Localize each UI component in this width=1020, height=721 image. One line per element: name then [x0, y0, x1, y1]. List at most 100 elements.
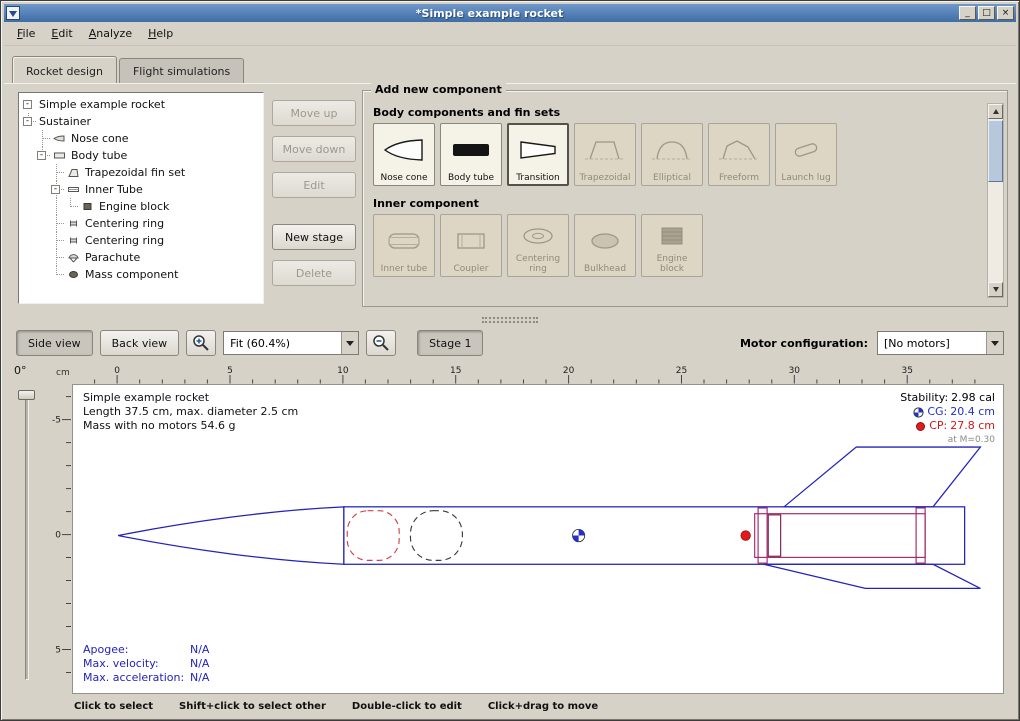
- component-button-label: Inner tube: [381, 264, 428, 274]
- tree-item-engine-block[interactable]: Engine block: [22, 198, 263, 215]
- tree-item-label: Simple example rocket: [36, 98, 168, 111]
- side-view-button[interactable]: Side view: [16, 330, 93, 356]
- add-nose-cone-button[interactable]: Nose cone: [373, 123, 435, 186]
- mass-component-outline[interactable]: [410, 511, 462, 561]
- add-inner-tube-button[interactable]: Inner tube: [373, 214, 435, 277]
- rotation-slider-track[interactable]: [25, 394, 29, 680]
- fin-upper-outline[interactable]: [784, 447, 980, 507]
- tree-item-label: Parachute: [82, 251, 143, 264]
- menu-file[interactable]: File: [9, 23, 43, 44]
- add-elliptical-button[interactable]: Elliptical: [641, 123, 703, 186]
- parachute-outline[interactable]: [347, 511, 399, 561]
- scroll-up-button[interactable]: [988, 104, 1003, 119]
- edit-button[interactable]: Edit: [272, 172, 356, 198]
- fin-lower-outline[interactable]: [764, 564, 981, 588]
- flight-stat-label: Max. velocity:: [83, 657, 190, 671]
- menu-analyze[interactable]: Analyze: [81, 23, 140, 44]
- tree-item-body-tube[interactable]: -Body tube: [22, 147, 263, 164]
- svg-text:15: 15: [450, 366, 461, 376]
- app-window: *Simple example rocket _ □ × FileEditAna…: [0, 0, 1020, 721]
- component-button-label: Centering ring: [510, 254, 566, 274]
- new-stage-button[interactable]: New stage: [272, 224, 356, 250]
- tab-rocket-design[interactable]: Rocket design: [12, 56, 117, 83]
- tree-item-label: Centering ring: [82, 217, 167, 230]
- engine-block-icon: [78, 200, 96, 214]
- centering-ring-1-outline[interactable]: [758, 508, 767, 563]
- move-down-button[interactable]: Move down: [272, 136, 356, 162]
- chevron-down-icon[interactable]: [986, 332, 1003, 354]
- flight-stats: Apogee:N/AMax. velocity:N/AMax. accelera…: [83, 643, 209, 685]
- chevron-down-icon[interactable]: [341, 332, 358, 354]
- minimize-button[interactable]: _: [959, 6, 976, 20]
- component-button-label: Freeform: [719, 173, 759, 183]
- tree-expander[interactable]: -: [51, 185, 60, 194]
- mass-icon: [64, 268, 82, 282]
- add-freeform-button[interactable]: Freeform: [708, 123, 770, 186]
- hint-bar: Click to selectShift+click to select oth…: [4, 696, 1016, 716]
- svg-text:5: 5: [227, 366, 233, 376]
- tree-item-centering-ring[interactable]: Centering ring: [22, 232, 263, 249]
- tree-expander[interactable]: -: [23, 117, 32, 126]
- tree-item-parachute[interactable]: Parachute: [22, 249, 263, 266]
- split-pane-divider[interactable]: [4, 313, 1016, 326]
- add-trapezoidal-button[interactable]: Trapezoidal: [574, 123, 636, 186]
- add-launch-lug-button[interactable]: Launch lug: [775, 123, 837, 186]
- close-button[interactable]: ×: [997, 6, 1014, 20]
- stage-1-toggle[interactable]: Stage 1: [417, 330, 483, 356]
- maximize-button[interactable]: □: [978, 6, 995, 20]
- rocket-design-panel: -Simple example rocket-SustainerNose con…: [4, 83, 1016, 313]
- engine-block-icon: [650, 217, 694, 254]
- cg-icon: [913, 407, 924, 418]
- component-button-label: Bulkhead: [584, 264, 626, 274]
- scroll-down-button[interactable]: [988, 282, 1003, 297]
- tree-item-nose-cone[interactable]: Nose cone: [22, 130, 263, 147]
- tree-item-mass-component[interactable]: Mass component: [22, 266, 263, 283]
- flight-stat-label: Apogee:: [83, 643, 190, 657]
- engine-block-outline[interactable]: [768, 515, 780, 556]
- tree-item-label: Inner Tube: [82, 183, 146, 196]
- tree-item-centering-ring[interactable]: Centering ring: [22, 215, 263, 232]
- launch-lug-icon: [784, 126, 828, 173]
- tab-strip: Rocket designFlight simulations: [4, 46, 1016, 83]
- component-button-label: Coupler: [454, 264, 489, 274]
- add-engine-block-button[interactable]: Engine block: [641, 214, 703, 277]
- move-up-button[interactable]: Move up: [272, 100, 356, 126]
- delete-button[interactable]: Delete: [272, 260, 356, 286]
- zoom-select[interactable]: Fit (60.4%): [223, 331, 359, 355]
- menu-edit[interactable]: Edit: [43, 23, 80, 44]
- tree-item-simple-example-rocket[interactable]: -Simple example rocket: [22, 96, 263, 113]
- zoom-in-button[interactable]: [186, 330, 216, 356]
- bulkhead-icon: [583, 217, 627, 264]
- motor-config-select[interactable]: [No motors]: [877, 331, 1004, 355]
- centering-ring-2-outline[interactable]: [916, 508, 925, 563]
- rotation-slider-handle[interactable]: [18, 390, 35, 400]
- add-coupler-button[interactable]: Coupler: [440, 214, 502, 277]
- tree-expander[interactable]: -: [37, 151, 46, 160]
- tree-item-inner-tube[interactable]: - Inner Tube: [22, 181, 263, 198]
- zoom-out-button[interactable]: [366, 330, 396, 356]
- titlebar[interactable]: *Simple example rocket _ □ ×: [4, 4, 1016, 22]
- app-icon[interactable]: [6, 6, 20, 20]
- stability-legend: Stability:2.98 cal CG:20.4 cm CP:27.8 cm…: [900, 391, 995, 447]
- add-body-tube-button[interactable]: Body tube: [440, 123, 502, 186]
- svg-text:20: 20: [563, 366, 575, 376]
- tab-flight-simulations[interactable]: Flight simulations: [119, 58, 244, 83]
- window-title: *Simple example rocket: [22, 7, 957, 20]
- component-scrollbar[interactable]: [987, 103, 1004, 298]
- drawing-area[interactable]: Simple example rocketLength 37.5 cm, max…: [72, 384, 1004, 694]
- body-tube-outline[interactable]: [344, 507, 965, 564]
- tree-expander[interactable]: -: [23, 100, 32, 109]
- scrollbar-thumb[interactable]: [988, 120, 1003, 182]
- component-tree[interactable]: -Simple example rocket-SustainerNose con…: [18, 92, 264, 304]
- svg-text:-5: -5: [52, 416, 61, 426]
- add-bulkhead-button[interactable]: Bulkhead: [574, 214, 636, 277]
- back-view-button[interactable]: Back view: [100, 330, 180, 356]
- inner-tube-icon: [64, 183, 82, 197]
- menu-help[interactable]: Help: [140, 23, 181, 44]
- add-transition-button[interactable]: Transition: [507, 123, 569, 186]
- flight-stat-row: Apogee:N/A: [83, 643, 209, 657]
- nose-cone-outline[interactable]: [118, 507, 344, 564]
- add-centering-ring-button[interactable]: Centering ring: [507, 214, 569, 277]
- tree-item-sustainer[interactable]: -Sustainer: [22, 113, 263, 130]
- tree-item-trapezoidal-fin-set[interactable]: Trapezoidal fin set: [22, 164, 263, 181]
